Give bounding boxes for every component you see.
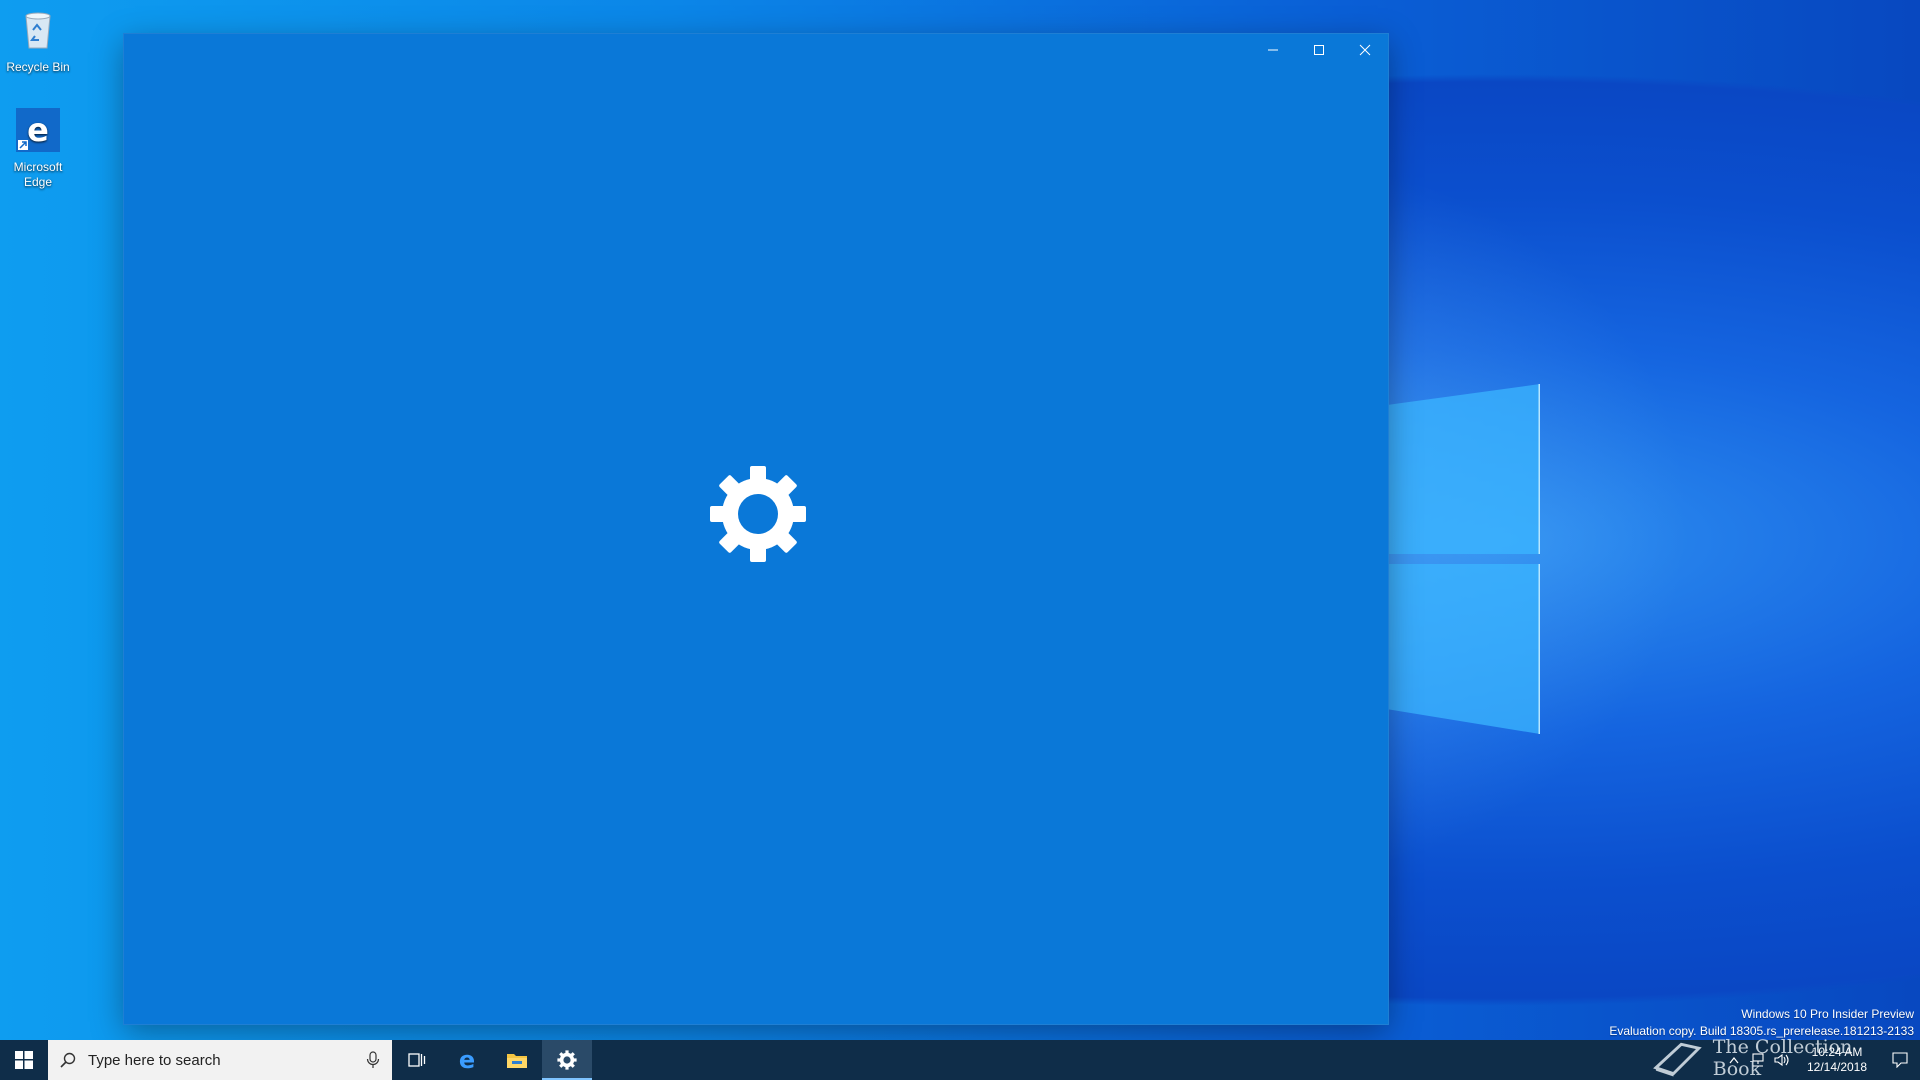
task-view-icon bbox=[408, 1053, 426, 1067]
notification-icon bbox=[1892, 1052, 1908, 1068]
taskbar-settings-button[interactable] bbox=[542, 1040, 592, 1080]
maximize-icon bbox=[1314, 45, 1324, 55]
close-button[interactable] bbox=[1342, 34, 1388, 66]
clock-time: 10:24 AM bbox=[1811, 1045, 1863, 1059]
search-placeholder: Type here to search bbox=[88, 1051, 221, 1069]
task-view-button[interactable] bbox=[392, 1040, 442, 1080]
watermark-edition: Windows 10 Pro Insider Preview bbox=[1741, 1007, 1914, 1021]
microphone-icon[interactable] bbox=[366, 1051, 380, 1069]
taskbar-edge-button[interactable]: e bbox=[442, 1040, 492, 1080]
taskbar: Type here to search e The Collection Boo… bbox=[0, 1036, 1920, 1080]
desktop-icon-microsoft-edge[interactable]: e Microsoft Edge bbox=[0, 108, 76, 190]
window-controls bbox=[1250, 34, 1388, 66]
search-icon bbox=[60, 1052, 76, 1068]
desktop-icon-label: Recycle Bin bbox=[6, 60, 70, 74]
desktop-icon-label: Microsoft Edge bbox=[13, 160, 63, 189]
file-explorer-icon bbox=[507, 1054, 527, 1068]
volume-button[interactable] bbox=[1770, 1040, 1794, 1080]
network-button[interactable] bbox=[1746, 1040, 1770, 1080]
recycle-bin-icon bbox=[25, 12, 51, 49]
show-hidden-icons-button[interactable] bbox=[1722, 1040, 1746, 1080]
minimize-button[interactable] bbox=[1250, 34, 1296, 66]
windows-wallpaper-logo bbox=[1380, 384, 1540, 734]
volume-icon bbox=[1774, 1053, 1789, 1067]
taskbar-clock[interactable]: 10:24 AM 12/14/2018 bbox=[1794, 1045, 1880, 1075]
minimize-icon bbox=[1268, 49, 1278, 51]
build-watermark: Windows 10 Pro Insider Preview Evaluatio… bbox=[1609, 1006, 1914, 1040]
system-tray: 10:24 AM 12/14/2018 bbox=[1722, 1040, 1920, 1080]
network-icon bbox=[1752, 1053, 1764, 1067]
settings-icon bbox=[557, 1050, 577, 1070]
edge-icon: e bbox=[16, 108, 60, 152]
close-icon bbox=[1359, 44, 1371, 56]
gear-icon bbox=[710, 466, 806, 562]
chevron-up-icon bbox=[1729, 1057, 1739, 1064]
edge-icon: e bbox=[459, 1049, 475, 1071]
clock-date: 12/14/2018 bbox=[1806, 1060, 1868, 1074]
taskbar-search-box[interactable]: Type here to search bbox=[48, 1040, 392, 1080]
settings-window[interactable] bbox=[124, 34, 1388, 1024]
action-center-button[interactable] bbox=[1880, 1040, 1920, 1080]
taskbar-file-explorer-button[interactable] bbox=[492, 1040, 542, 1080]
svg-text:e: e bbox=[459, 1049, 475, 1071]
desktop-icon-recycle-bin[interactable]: Recycle Bin bbox=[0, 8, 76, 75]
svg-text:e: e bbox=[27, 111, 49, 149]
start-button[interactable] bbox=[0, 1040, 48, 1080]
book-icon bbox=[1653, 1042, 1702, 1077]
maximize-button[interactable] bbox=[1296, 34, 1342, 66]
windows-start-icon bbox=[15, 1051, 33, 1069]
